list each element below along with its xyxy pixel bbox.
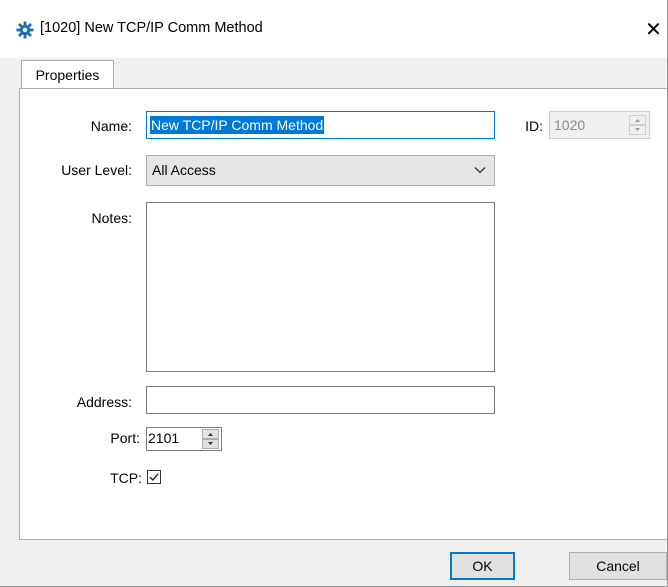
id-value: 1020: [554, 117, 586, 133]
notes-label: Notes:: [91, 210, 132, 226]
title-bar: [1020] New TCP/IP Comm Method ✕: [0, 0, 667, 58]
id-field: 1020: [549, 111, 650, 139]
close-button[interactable]: ✕: [640, 10, 667, 50]
port-spin-down[interactable]: [202, 439, 219, 449]
port-value: 2101: [148, 430, 180, 446]
spin-down-icon: [635, 128, 640, 131]
address-input[interactable]: [146, 386, 495, 414]
checkmark-icon: [149, 473, 159, 482]
port-input[interactable]: 2101: [146, 427, 222, 451]
name-label: Name:: [90, 118, 132, 134]
chevron-down-icon: [474, 167, 486, 174]
close-icon: ✕: [645, 19, 662, 41]
name-input[interactable]: New TCP/IP Comm Method: [146, 111, 495, 139]
spin-up-icon: [635, 119, 640, 122]
tcp-checkbox[interactable]: [147, 470, 161, 484]
address-label: Address:: [76, 394, 132, 410]
user-level-value: All Access: [152, 162, 216, 178]
user-level-label: User Level:: [61, 162, 132, 178]
tab-label: Properties: [35, 67, 100, 83]
port-spin-up[interactable]: [202, 429, 219, 439]
dialog-window: [1020] New TCP/IP Comm Method ✕ Properti…: [0, 0, 668, 587]
id-spin-up: [629, 115, 646, 125]
name-value: New TCP/IP Comm Method: [150, 116, 325, 134]
id-spinner: [629, 115, 646, 135]
notes-textarea[interactable]: [146, 202, 495, 372]
cancel-label: Cancel: [596, 558, 640, 574]
tcp-label: TCP:: [110, 470, 142, 486]
tab-properties[interactable]: Properties: [21, 60, 114, 88]
port-label: Port:: [110, 430, 140, 446]
cancel-button[interactable]: Cancel: [569, 552, 667, 580]
ok-label: OK: [472, 558, 493, 574]
spin-up-icon: [208, 433, 213, 436]
port-spinner: [202, 429, 219, 449]
id-label: ID:: [525, 118, 543, 134]
ok-button[interactable]: OK: [450, 552, 515, 580]
window-title: [1020] New TCP/IP Comm Method: [40, 20, 263, 36]
spin-down-icon: [208, 442, 213, 445]
gear-icon: [16, 21, 34, 39]
user-level-select[interactable]: All Access: [146, 155, 495, 186]
id-spin-down: [629, 125, 646, 135]
